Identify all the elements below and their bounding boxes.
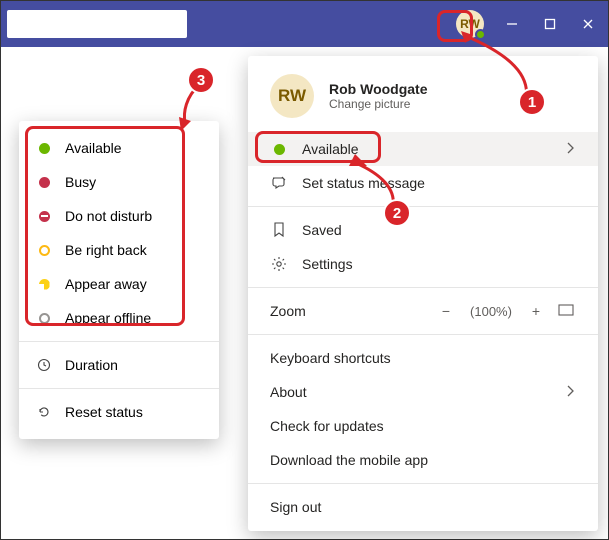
zoom-out-button[interactable]: − <box>436 303 456 319</box>
offline-icon <box>37 313 51 324</box>
check-updates-item[interactable]: Check for updates <box>248 409 598 443</box>
bookmark-icon <box>270 222 288 238</box>
separator <box>248 483 598 484</box>
gear-icon <box>270 256 288 272</box>
profile-header: RW Rob Woodgate Change picture <box>248 56 598 132</box>
about-item[interactable]: About <box>248 375 598 409</box>
separator <box>19 388 219 389</box>
profile-flyout: RW Rob Woodgate Change picture Available… <box>248 56 598 531</box>
clock-icon <box>37 358 51 372</box>
download-label: Download the mobile app <box>270 452 428 468</box>
brb-label: Be right back <box>65 242 147 258</box>
set-status-message-item[interactable]: Set status message <box>248 166 598 200</box>
updates-label: Check for updates <box>270 418 384 434</box>
title-bar: RW <box>1 1 608 47</box>
status-option-away[interactable]: Appear away <box>19 267 219 301</box>
search-box[interactable] <box>7 10 187 38</box>
chevron-right-icon <box>566 384 576 400</box>
status-reset-item[interactable]: Reset status <box>19 395 219 429</box>
reset-icon <box>37 405 51 419</box>
status-option-brb[interactable]: Be right back <box>19 233 219 267</box>
status-label: Available <box>302 141 359 157</box>
status-option-available[interactable]: Available <box>19 131 219 165</box>
separator <box>248 334 598 335</box>
profile-name: Rob Woodgate <box>329 81 428 97</box>
change-picture-link[interactable]: Change picture <box>329 97 428 111</box>
dnd-icon <box>37 211 51 222</box>
dnd-label: Do not disturb <box>65 208 152 224</box>
settings-item[interactable]: Settings <box>248 247 598 281</box>
offline-label: Appear offline <box>65 310 151 326</box>
signout-label: Sign out <box>270 499 321 515</box>
settings-label: Settings <box>302 256 353 272</box>
sign-out-item[interactable]: Sign out <box>248 490 598 531</box>
fullscreen-icon[interactable] <box>556 303 576 319</box>
busy-icon <box>37 177 51 188</box>
available-label: Available <box>65 140 122 156</box>
keyboard-label: Keyboard shortcuts <box>270 350 391 366</box>
separator <box>248 206 598 207</box>
presence-available-icon <box>475 29 486 40</box>
maximize-button[interactable] <box>540 14 560 34</box>
zoom-percent: (100%) <box>466 304 516 319</box>
away-label: Appear away <box>65 276 147 292</box>
away-icon <box>37 279 51 290</box>
busy-label: Busy <box>65 174 96 190</box>
status-option-dnd[interactable]: Do not disturb <box>19 199 219 233</box>
saved-item[interactable]: Saved <box>248 213 598 247</box>
avatar-large: RW <box>270 74 314 118</box>
status-option-busy[interactable]: Busy <box>19 165 219 199</box>
brb-icon <box>37 245 51 256</box>
profile-avatar-button[interactable]: RW <box>456 10 484 38</box>
saved-label: Saved <box>302 222 342 238</box>
edit-message-icon <box>270 175 288 191</box>
zoom-in-button[interactable]: + <box>526 303 546 319</box>
separator <box>248 287 598 288</box>
duration-label: Duration <box>65 357 118 373</box>
avatar-large-initials: RW <box>278 86 306 106</box>
reset-label: Reset status <box>65 404 143 420</box>
available-icon <box>37 143 51 154</box>
chevron-right-icon <box>566 141 576 157</box>
set-status-label: Set status message <box>302 175 425 191</box>
about-label: About <box>270 384 307 400</box>
status-menu-item[interactable]: Available <box>248 132 598 166</box>
minimize-button[interactable] <box>502 14 522 34</box>
status-option-offline[interactable]: Appear offline <box>19 301 219 335</box>
separator <box>19 341 219 342</box>
close-button[interactable] <box>578 14 598 34</box>
status-duration-item[interactable]: Duration <box>19 348 219 382</box>
status-submenu: Available Busy Do not disturb Be right b… <box>19 121 219 439</box>
zoom-row: Zoom − (100%) + <box>248 294 598 328</box>
status-available-icon <box>270 144 288 155</box>
keyboard-shortcuts-item[interactable]: Keyboard shortcuts <box>248 341 598 375</box>
zoom-label: Zoom <box>270 303 306 319</box>
download-app-item[interactable]: Download the mobile app <box>248 443 598 477</box>
